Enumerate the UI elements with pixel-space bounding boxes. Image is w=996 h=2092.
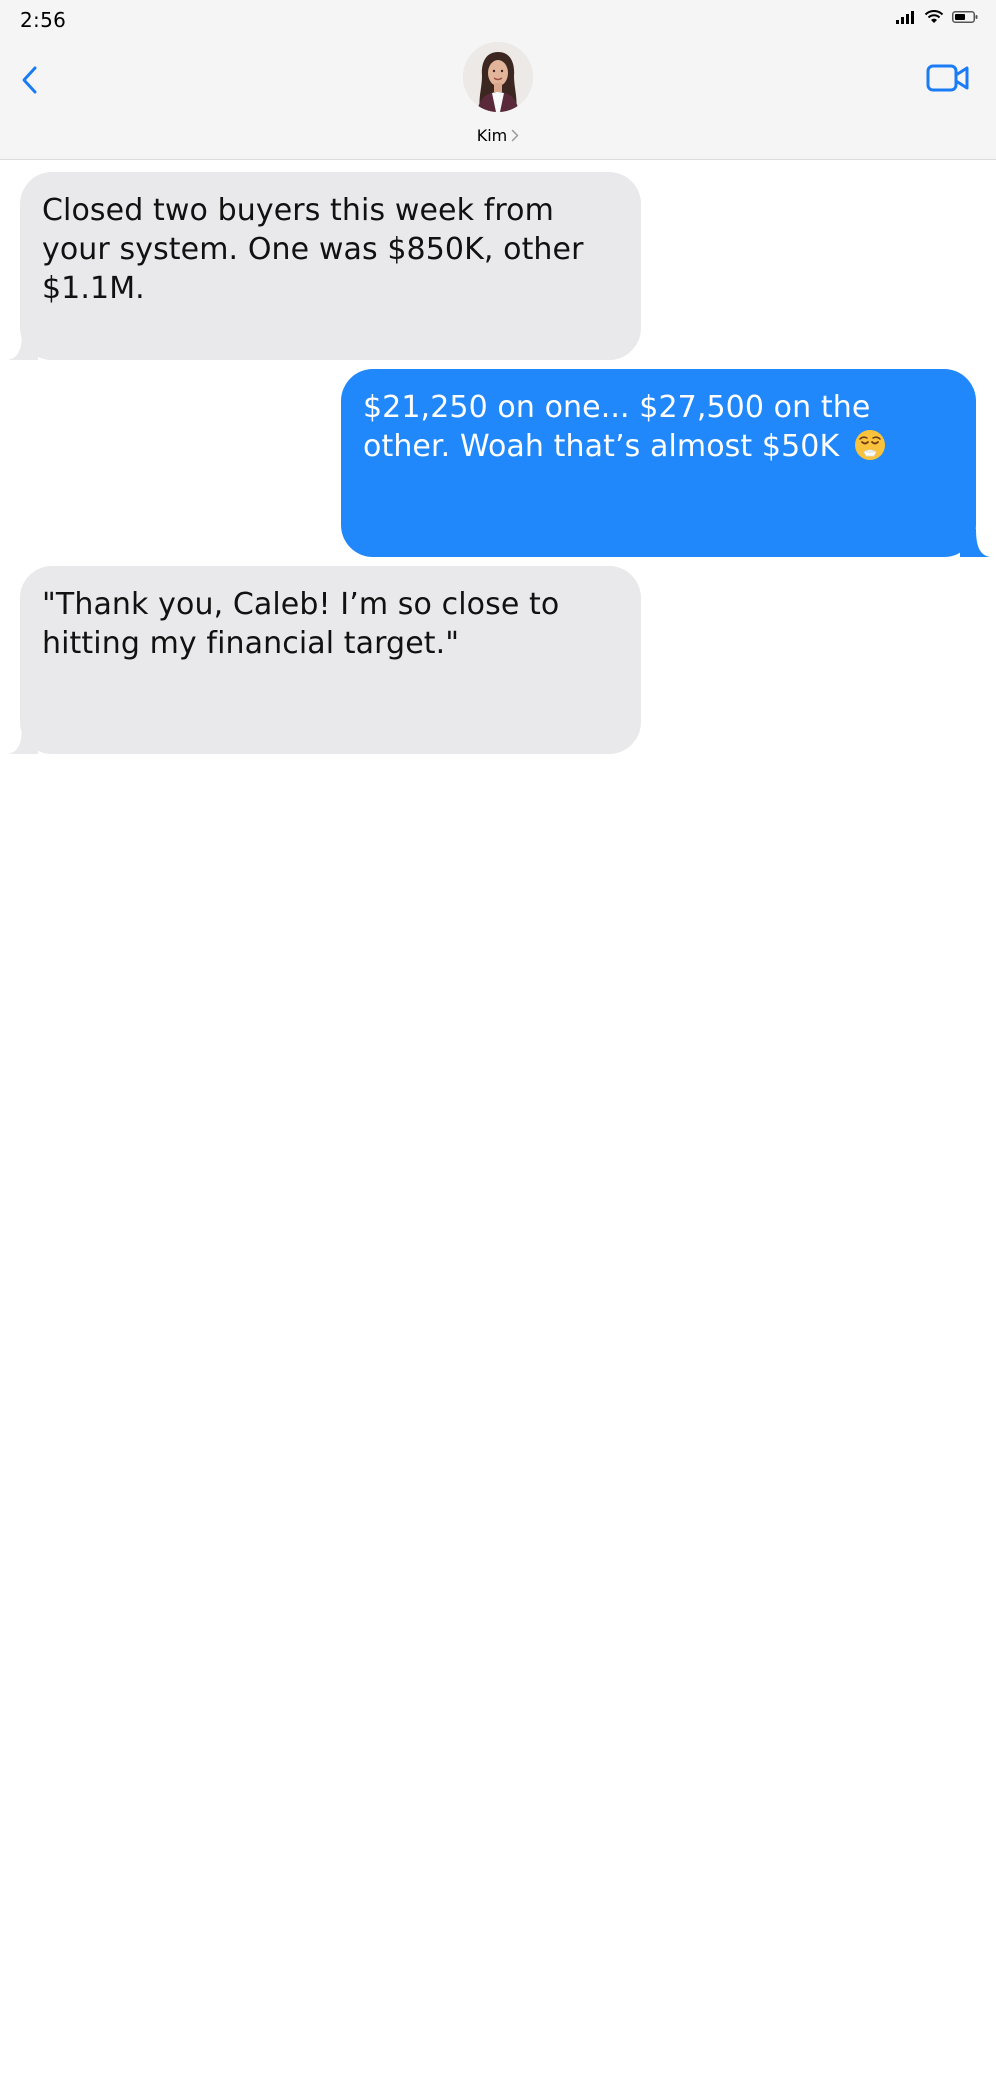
contact-info: Kim [0, 42, 996, 145]
bubble-tail [8, 726, 38, 754]
chevron-left-icon [22, 66, 37, 94]
bubble-tail [960, 529, 990, 557]
avatar[interactable] [463, 42, 533, 112]
message-text: $21,250 on one... $27,500 on the other. … [363, 390, 871, 464]
message-bubble-outgoing[interactable]: $21,250 on one... $27,500 on the other. … [341, 369, 990, 557]
message-bubble-incoming[interactable]: "Thank you, Caleb! I’m so close to hitti… [8, 566, 641, 754]
back-button[interactable] [12, 60, 46, 100]
contact-photo [463, 42, 533, 112]
relieved-face-emoji-icon [854, 430, 885, 460]
battery-icon [952, 11, 978, 23]
bubble-tail [8, 332, 38, 360]
wifi-icon [924, 10, 944, 23]
chevron-right-icon [512, 129, 519, 142]
status-time: 2:56 [20, 8, 67, 32]
message-text: "Thank you, Caleb! I’m so close to hitti… [42, 587, 560, 661]
message-bubble-incoming[interactable]: Closed two buyers this week from your sy… [8, 172, 641, 360]
signal-icon [896, 11, 914, 24]
contact-details-button[interactable]: Kim [477, 126, 520, 145]
message-text: Closed two buyers this week from your sy… [42, 193, 584, 306]
video-call-button[interactable] [926, 62, 970, 94]
contact-name: Kim [476, 126, 508, 145]
conversation-header: 2:56 Kim [0, 0, 996, 160]
status-icons [896, 10, 978, 24]
video-camera-icon [926, 64, 969, 92]
